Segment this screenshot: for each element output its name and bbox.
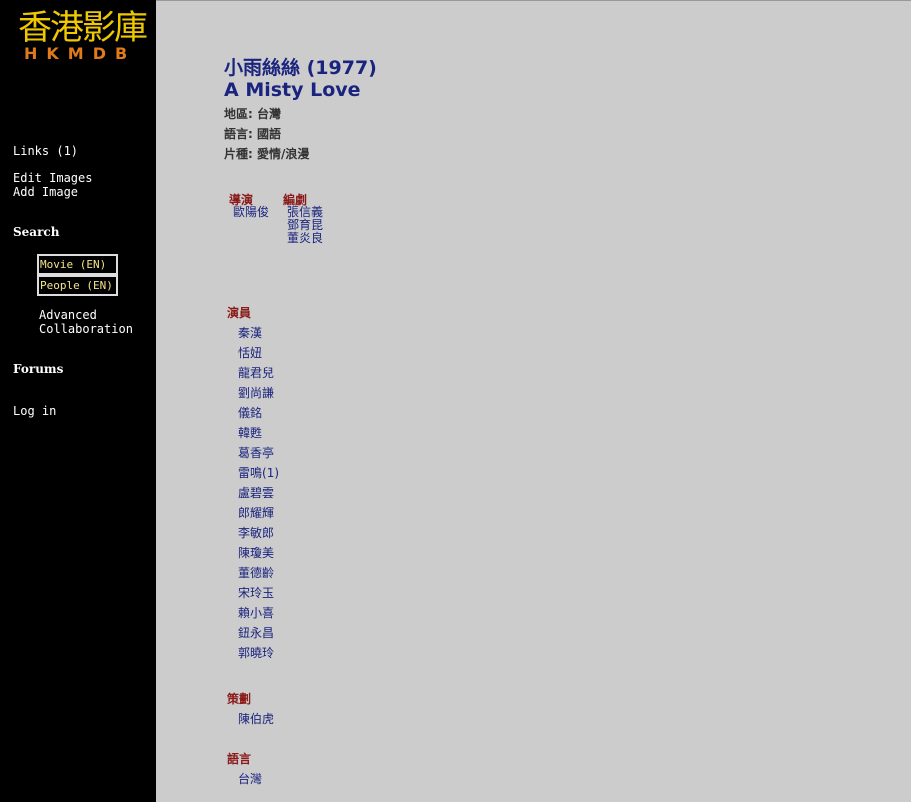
cast-member-name[interactable]: 雷鳴 [238,466,262,480]
movie-genre: 片種: 愛情/浪漫 [224,147,310,161]
cast-member[interactable]: 鈕永昌 [238,624,274,641]
planning-name[interactable]: 陳伯虎 [238,710,274,727]
cast-member[interactable]: 儀銘 [238,404,262,421]
logo-chinese-text: 香港影庫 [18,8,148,48]
search-movie-button[interactable]: Movie (EN) [37,254,118,275]
cast-member-leimin[interactable]: 雷鳴(1) [238,464,279,481]
movie-title-english: A Misty Love [224,79,361,101]
cast-member[interactable]: 龍君兒 [238,364,274,381]
cast-member[interactable]: 劉尚謙 [238,384,274,401]
collaboration-link[interactable]: Collaboration [39,322,133,336]
cast-heading: 演員 [227,306,252,320]
cast-member[interactable]: 韓甦 [238,424,262,441]
sidebar: 香港影庫 HKMDB Links (1) Edit Images Add Ima… [0,0,156,802]
add-image-link[interactable]: Add Image [13,185,78,199]
planning-heading: 策劃 [227,692,252,706]
main-content: 小雨絲絲 (1977) A Misty Love 地區: 台灣 語言: 國語 片… [156,0,911,802]
cast-member[interactable]: 盧碧雲 [238,484,274,501]
cast-member[interactable]: 陳瓊美 [238,544,274,561]
cast-member-count[interactable]: (1) [262,466,279,480]
login-link[interactable]: Log in [13,404,56,418]
search-people-button[interactable]: People (EN) [37,275,118,296]
language-name[interactable]: 台灣 [238,770,262,787]
cast-member[interactable]: 秦漢 [238,324,262,341]
director-name[interactable]: 歐陽俊 [233,206,269,219]
forums-link[interactable]: Forums [13,362,63,376]
movie-region: 地區: 台灣 [224,107,281,121]
cast-member[interactable]: 郭曉玲 [238,644,274,661]
writer-name[interactable]: 董炎良 [287,232,323,245]
cast-member[interactable]: 董德齡 [238,564,274,581]
cast-member[interactable]: 李敏郎 [238,524,274,541]
movie-title-chinese: 小雨絲絲 (1977) [224,57,377,79]
movie-language: 語言: 國語 [224,127,281,141]
cast-member[interactable]: 郎耀輝 [238,504,274,521]
search-heading: Search [13,225,60,239]
cast-member[interactable]: 葛香亭 [238,444,274,461]
cast-member[interactable]: 恬妞 [238,344,262,361]
cast-member[interactable]: 賴小喜 [238,604,274,621]
hkmdb-logo[interactable]: 香港影庫 HKMDB [18,8,148,63]
edit-images-link[interactable]: Edit Images [13,171,92,185]
advanced-link[interactable]: Advanced [39,308,97,322]
logo-english-text: HKMDB [24,44,137,63]
links-link[interactable]: Links (1) [13,144,78,158]
cast-member[interactable]: 宋玲玉 [238,584,274,601]
language-heading: 語言 [227,752,252,766]
